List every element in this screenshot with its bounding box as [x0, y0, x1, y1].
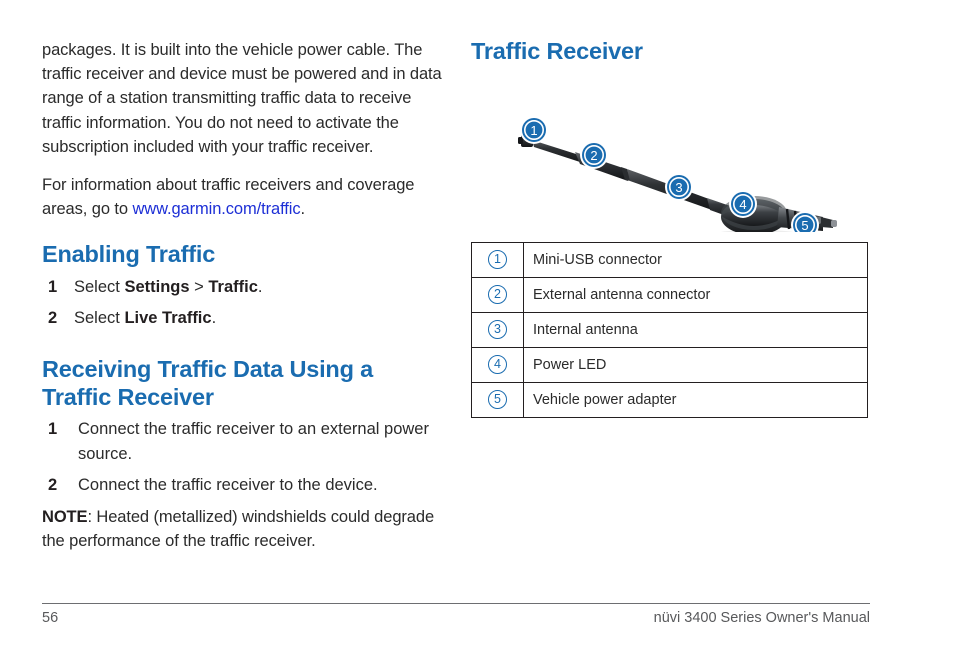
callout-4: 4 [729, 189, 757, 218]
legend-description-cell: Vehicle power adapter [523, 381, 868, 418]
intro-paragraph: packages. It is built into the vehicle p… [42, 41, 442, 156]
garmin-traffic-link[interactable]: www.garmin.com/traffic [132, 200, 300, 218]
list-item: 1 Select Settings > Traffic. [42, 275, 442, 299]
callout-1: 1 [520, 115, 548, 144]
callout-label-2: 2 [590, 148, 597, 163]
step-number: 2 [48, 309, 58, 328]
list-item: 2 Select Live Traffic. [42, 306, 442, 330]
step-bold-traffic: Traffic [208, 277, 258, 296]
page-number: 56 [42, 610, 59, 626]
step-number: 1 [48, 420, 58, 439]
circled-number-icon: 2 [488, 285, 507, 304]
note-label: NOTE [42, 507, 88, 526]
list-item: 2 Connect the traffic receiver to the dev… [42, 473, 442, 497]
step-number: 2 [48, 475, 58, 494]
step-text: Connect the traffic receiver to an exter… [78, 420, 429, 463]
circled-number-icon: 3 [488, 320, 507, 339]
coverage-paragraph: For information about traffic receivers … [42, 173, 442, 221]
step-bold-live-traffic: Live Traffic [124, 309, 212, 328]
heading-receiving-traffic-data: Receiving Traffic Data Using a Traffic R… [42, 356, 373, 410]
legend-index-cell: 2 [471, 276, 524, 313]
table-row: 3 Internal antenna [471, 311, 868, 348]
traffic-receiver-legend-table: 1 Mini-USB connector 2 External antenna … [471, 241, 868, 418]
legend-description-cell: Internal antenna [523, 311, 868, 348]
step-bold-settings: Settings [124, 277, 190, 296]
heading-enabling-traffic: Enabling Traffic [42, 241, 216, 268]
left-column: packages. It is built into the vehicle p… [42, 38, 442, 567]
step-text-prefix: Select [74, 309, 125, 328]
callout-label-5: 5 [801, 218, 808, 232]
legend-description-cell: Power LED [523, 346, 868, 383]
right-column: Traffic Receiver 1 2 3 4 5 1 Mini-USB co… [471, 38, 871, 418]
circled-number-icon: 1 [488, 250, 507, 269]
callout-5: 5 [791, 210, 819, 232]
enabling-traffic-steps: 1 Select Settings > Traffic. 2 Select Live… [42, 275, 442, 330]
legend-index-cell: 3 [471, 311, 524, 348]
callout-3: 3 [665, 172, 693, 201]
step-text-suffix: . [257, 277, 263, 296]
list-item: 1 Connect the traffic receiver to an exte… [42, 417, 442, 465]
manual-title: nüvi 3400 Series Owner's Manual [653, 610, 870, 626]
coverage-text-after-link: . [300, 200, 305, 219]
legend-description-cell: Mini-USB connector [523, 241, 868, 278]
traffic-receiver-illustration: 1 2 3 4 5 [471, 74, 871, 232]
note-paragraph: NOTE: Heated (metallized) windshields co… [42, 505, 442, 553]
circled-number-icon: 5 [488, 390, 507, 409]
table-row: 2 External antenna connector [471, 276, 868, 313]
callout-label-1: 1 [530, 123, 537, 138]
callout-2: 2 [580, 140, 608, 169]
callout-label-3: 3 [675, 180, 682, 195]
callout-overlay: 1 2 3 4 5 [520, 115, 819, 232]
legend-description-cell: External antenna connector [523, 276, 868, 313]
heading-traffic-receiver: Traffic Receiver [471, 38, 643, 64]
manual-page: packages. It is built into the vehicle p… [0, 0, 954, 672]
note-text: : Heated (metallized) windshields could … [42, 507, 435, 551]
step-text-middle: > [189, 277, 209, 296]
step-text-suffix: . [211, 309, 217, 328]
table-row: 5 Vehicle power adapter [471, 381, 868, 418]
page-footer: 56 nüvi 3400 Series Owner's Manual [42, 610, 870, 626]
table-row: 4 Power LED [471, 346, 868, 383]
circled-number-icon: 4 [488, 355, 507, 374]
callout-label-4: 4 [739, 197, 746, 212]
footer-divider [42, 603, 870, 604]
table-row: 1 Mini-USB connector [471, 241, 868, 278]
step-text: Connect the traffic receiver to the devi… [78, 475, 378, 494]
step-number: 1 [48, 277, 58, 296]
step-text-prefix: Select [74, 277, 125, 296]
legend-index-cell: 4 [471, 346, 524, 383]
legend-index-cell: 5 [471, 381, 524, 418]
legend-index-cell: 1 [471, 241, 524, 278]
receiving-traffic-steps: 1 Connect the traffic receiver to an exte… [42, 417, 442, 497]
